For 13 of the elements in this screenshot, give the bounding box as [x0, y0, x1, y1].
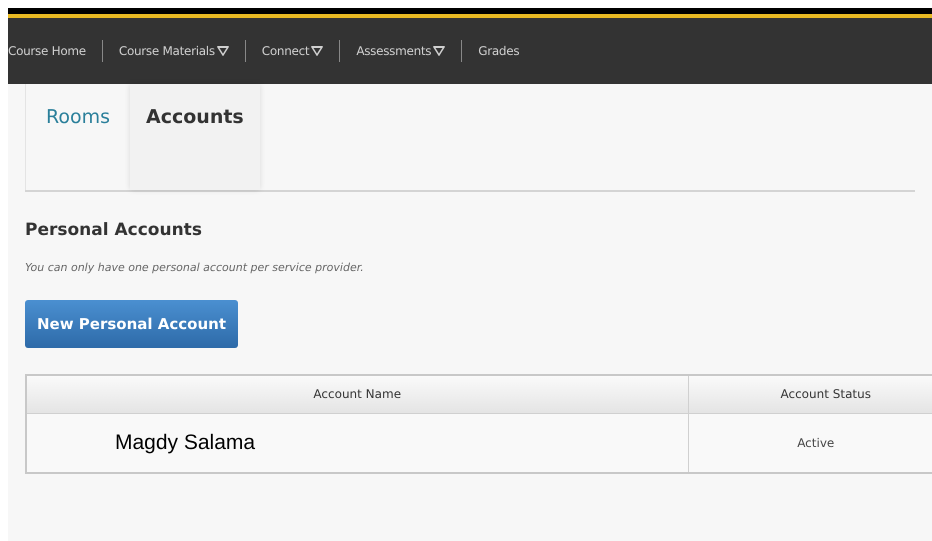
nav-link[interactable]: Assessments: [356, 42, 446, 60]
caret-icon: [216, 46, 229, 56]
section-heading: Personal Accounts: [25, 219, 202, 242]
nav-link[interactable]: Grades: [478, 42, 520, 60]
nav-link[interactable]: Course Materials: [118, 42, 229, 60]
caret-icon: [433, 46, 446, 56]
caret-icon: [311, 46, 324, 56]
nav-link[interactable]: Connect: [262, 42, 324, 60]
info-text: You can only have one personal account per service provider.: [25, 260, 364, 276]
tab[interactable]: Accounts: [130, 84, 260, 190]
nav-link[interactable]: Course Home: [8, 42, 86, 60]
new-account-button[interactable]: New Personal Account: [25, 300, 238, 348]
column-header: Account Name: [26, 375, 688, 413]
